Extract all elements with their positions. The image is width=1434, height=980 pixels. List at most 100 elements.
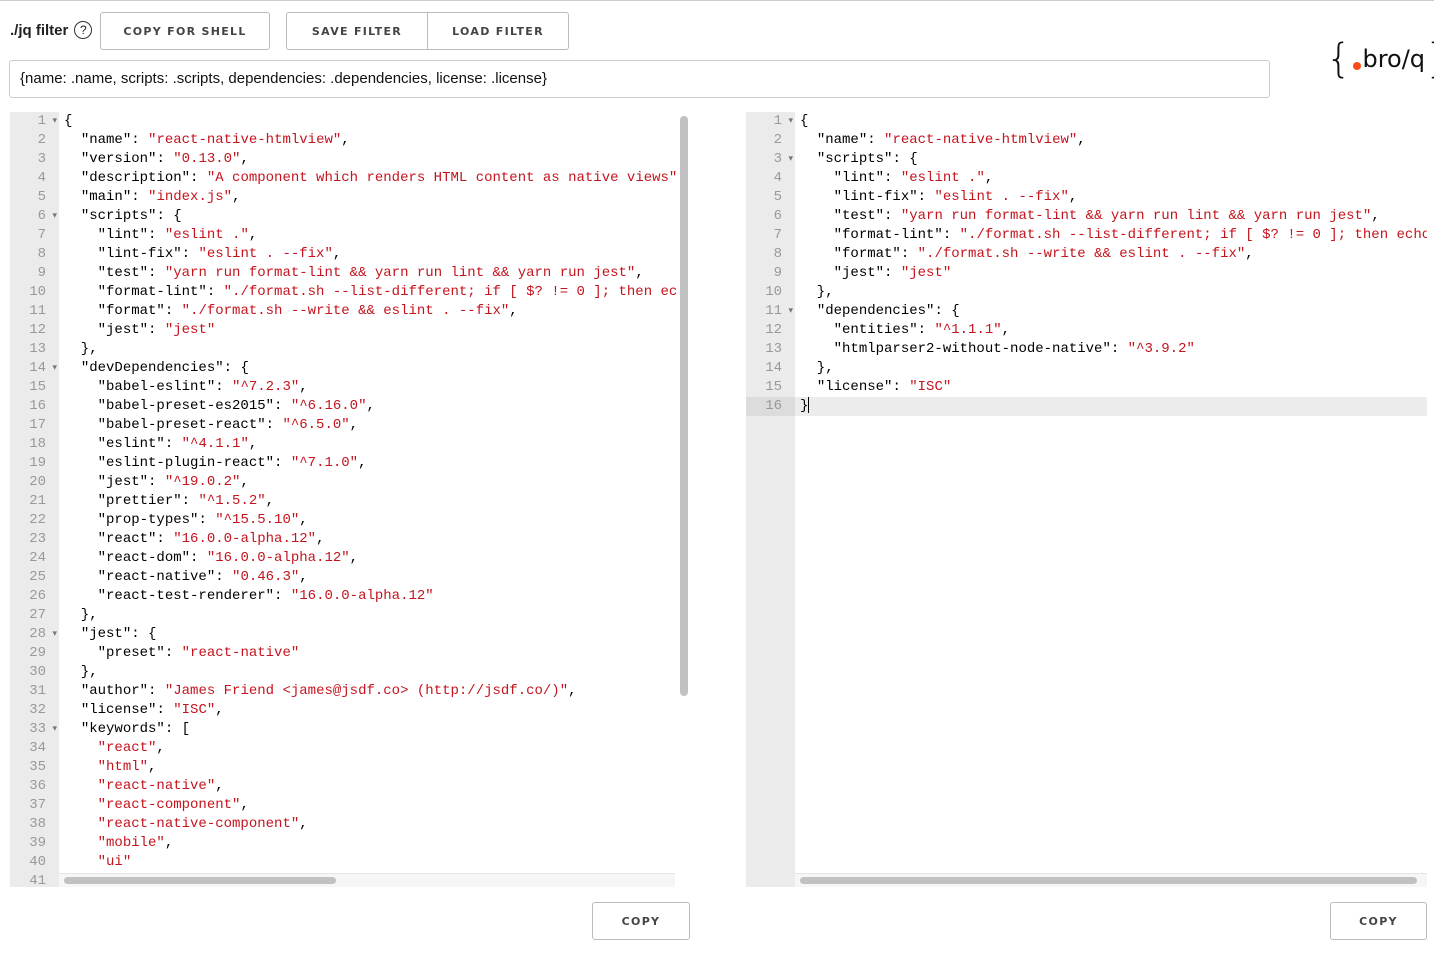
code-line: "jest": "^19.0.2", — [97, 474, 249, 490]
code-line: "react", — [97, 740, 165, 756]
line-number[interactable]: 28 — [10, 625, 59, 644]
string-value: "ui" — [97, 854, 132, 870]
line-number[interactable]: 1 — [746, 112, 795, 131]
string-value: "jest" — [900, 265, 952, 281]
string-value: "ISC" — [173, 702, 216, 718]
line-number: 37 — [29, 797, 46, 813]
code-line: { — [800, 113, 809, 129]
line-number: 9 — [773, 265, 782, 281]
code-line: "babel-eslint": "^7.2.3", — [97, 379, 308, 395]
json-key: "react-dom" — [97, 550, 191, 566]
json-key: "babel-preset-es2015" — [97, 398, 275, 414]
json-key: "name" — [816, 132, 868, 148]
json-key: "lint" — [833, 170, 885, 186]
line-gutter: 1234567891011121314151617181920212223242… — [10, 112, 59, 887]
json-key: "babel-eslint" — [97, 379, 216, 395]
line-number: 38 — [29, 816, 46, 832]
string-value: "^3.9.2" — [1127, 341, 1195, 357]
line-number[interactable]: 6 — [10, 207, 59, 226]
json-key: "test" — [97, 265, 149, 281]
line-number: 41 — [29, 873, 46, 887]
string-value: "react-native" — [181, 645, 300, 661]
code-line: "license": "ISC", — [80, 702, 224, 718]
line-number: 31 — [29, 683, 46, 699]
code-line: "author": "James Friend <james@jsdf.co> … — [80, 683, 577, 699]
code-area[interactable]: { "name": "react-native-htmlview", "vers… — [59, 112, 690, 887]
line-number[interactable]: 3 — [746, 150, 795, 169]
line-number: 39 — [29, 835, 46, 851]
line-gutter: 12345678910111213141516 — [746, 112, 795, 887]
line-number: 34 — [29, 740, 46, 756]
line-number: 6 — [773, 208, 782, 224]
copy-output-button[interactable]: COPY — [1330, 902, 1427, 940]
input-json-editor[interactable]: 1234567891011121314151617181920212223242… — [10, 112, 690, 887]
line-number: 11 — [29, 303, 46, 319]
code-line: "dependencies": { — [816, 303, 960, 319]
line-number: 22 — [29, 512, 46, 528]
line-number: 4 — [37, 170, 46, 186]
json-key: "lint-fix" — [833, 189, 918, 205]
string-value: "react-native" — [97, 778, 216, 794]
code-line: "version": "0.13.0", — [80, 151, 249, 167]
code-line: "jest": { — [80, 626, 157, 642]
code-line: "prop-types": "^15.5.10", — [97, 512, 308, 528]
jq-filter-label: ./jq filter? — [10, 21, 93, 39]
json-key: "jest" — [80, 626, 132, 642]
string-value: "jest" — [164, 322, 216, 338]
line-number[interactable]: 14 — [10, 359, 59, 378]
string-value: "^1.5.2" — [198, 493, 266, 509]
copy-input-button[interactable]: COPY — [592, 902, 690, 940]
save-filter-button[interactable]: SAVE FILTER — [287, 13, 427, 49]
horizontal-scrollbar[interactable] — [64, 877, 336, 884]
json-key: "jest" — [97, 322, 149, 338]
json-key: "license" — [816, 379, 893, 395]
string-value: "./format.sh --list-different; if [ $? !… — [959, 227, 1427, 243]
code-area[interactable]: { "name": "react-native-htmlview", "scri… — [795, 112, 1427, 887]
string-value: "eslint ." — [900, 170, 985, 186]
json-key: "keywords" — [80, 721, 165, 737]
json-key: "test" — [833, 208, 885, 224]
line-number: 16 — [746, 397, 795, 416]
json-key: "license" — [80, 702, 157, 718]
code-line: }, — [800, 284, 834, 300]
string-value: "yarn run format-lint && yarn run lint &… — [900, 208, 1372, 224]
json-key: "babel-preset-react" — [97, 417, 266, 433]
string-value: "^7.1.0" — [290, 455, 359, 471]
code-line: } — [800, 397, 810, 414]
string-value: "./format.sh --write && eslint . --fix" — [181, 303, 510, 319]
line-number: 10 — [29, 284, 46, 300]
line-number[interactable]: 1 — [10, 112, 59, 131]
code-line: "keywords": [ — [80, 721, 191, 737]
string-value: "./format.sh --list-different; if [ $? !… — [223, 284, 678, 300]
json-key: "author" — [80, 683, 149, 699]
code-line: "html", — [97, 759, 157, 775]
output-json-editor[interactable]: 12345678910111213141516 { "name": "react… — [746, 112, 1427, 887]
line-number[interactable]: 33 — [10, 720, 59, 739]
code-line: "test": "yarn run format-lint && yarn ru… — [833, 208, 1380, 224]
help-icon[interactable]: ? — [74, 21, 93, 39]
code-line: "scripts": { — [80, 208, 182, 224]
load-filter-button[interactable]: LOAD FILTER — [427, 13, 568, 49]
string-value: "^6.16.0" — [290, 398, 367, 414]
code-line: "babel-preset-es2015": "^6.16.0", — [97, 398, 375, 414]
code-line: "lint-fix": "eslint . --fix", — [833, 189, 1078, 205]
line-number: 5 — [773, 189, 782, 205]
filter-button-group: SAVE FILTER LOAD FILTER — [286, 12, 569, 50]
vertical-scrollbar[interactable] — [680, 116, 688, 696]
code-line: "format-lint": "./format.sh --list-diffe… — [97, 284, 678, 300]
filter-input[interactable]: {name: .name, scripts: .scripts, depende… — [9, 60, 1270, 98]
line-number: 40 — [29, 854, 46, 870]
code-line: "htmlparser2-without-node-native": "^3.9… — [833, 341, 1195, 357]
copy-for-shell-button[interactable]: COPY FOR SHELL — [100, 12, 270, 50]
code-line: "prettier": "^1.5.2", — [97, 493, 275, 509]
line-number[interactable]: 11 — [746, 302, 795, 321]
code-line: "jest": "jest" — [97, 322, 216, 338]
json-key: "htmlparser2-without-node-native" — [833, 341, 1111, 357]
json-key: "preset" — [97, 645, 165, 661]
string-value: "react-native-htmlview" — [884, 132, 1078, 148]
string-value: "16.0.0-alpha.12" — [290, 588, 434, 604]
line-number: 15 — [29, 379, 46, 395]
horizontal-scrollbar[interactable] — [800, 877, 1417, 884]
code-line: "preset": "react-native" — [97, 645, 300, 661]
json-key: "eslint" — [97, 436, 165, 452]
